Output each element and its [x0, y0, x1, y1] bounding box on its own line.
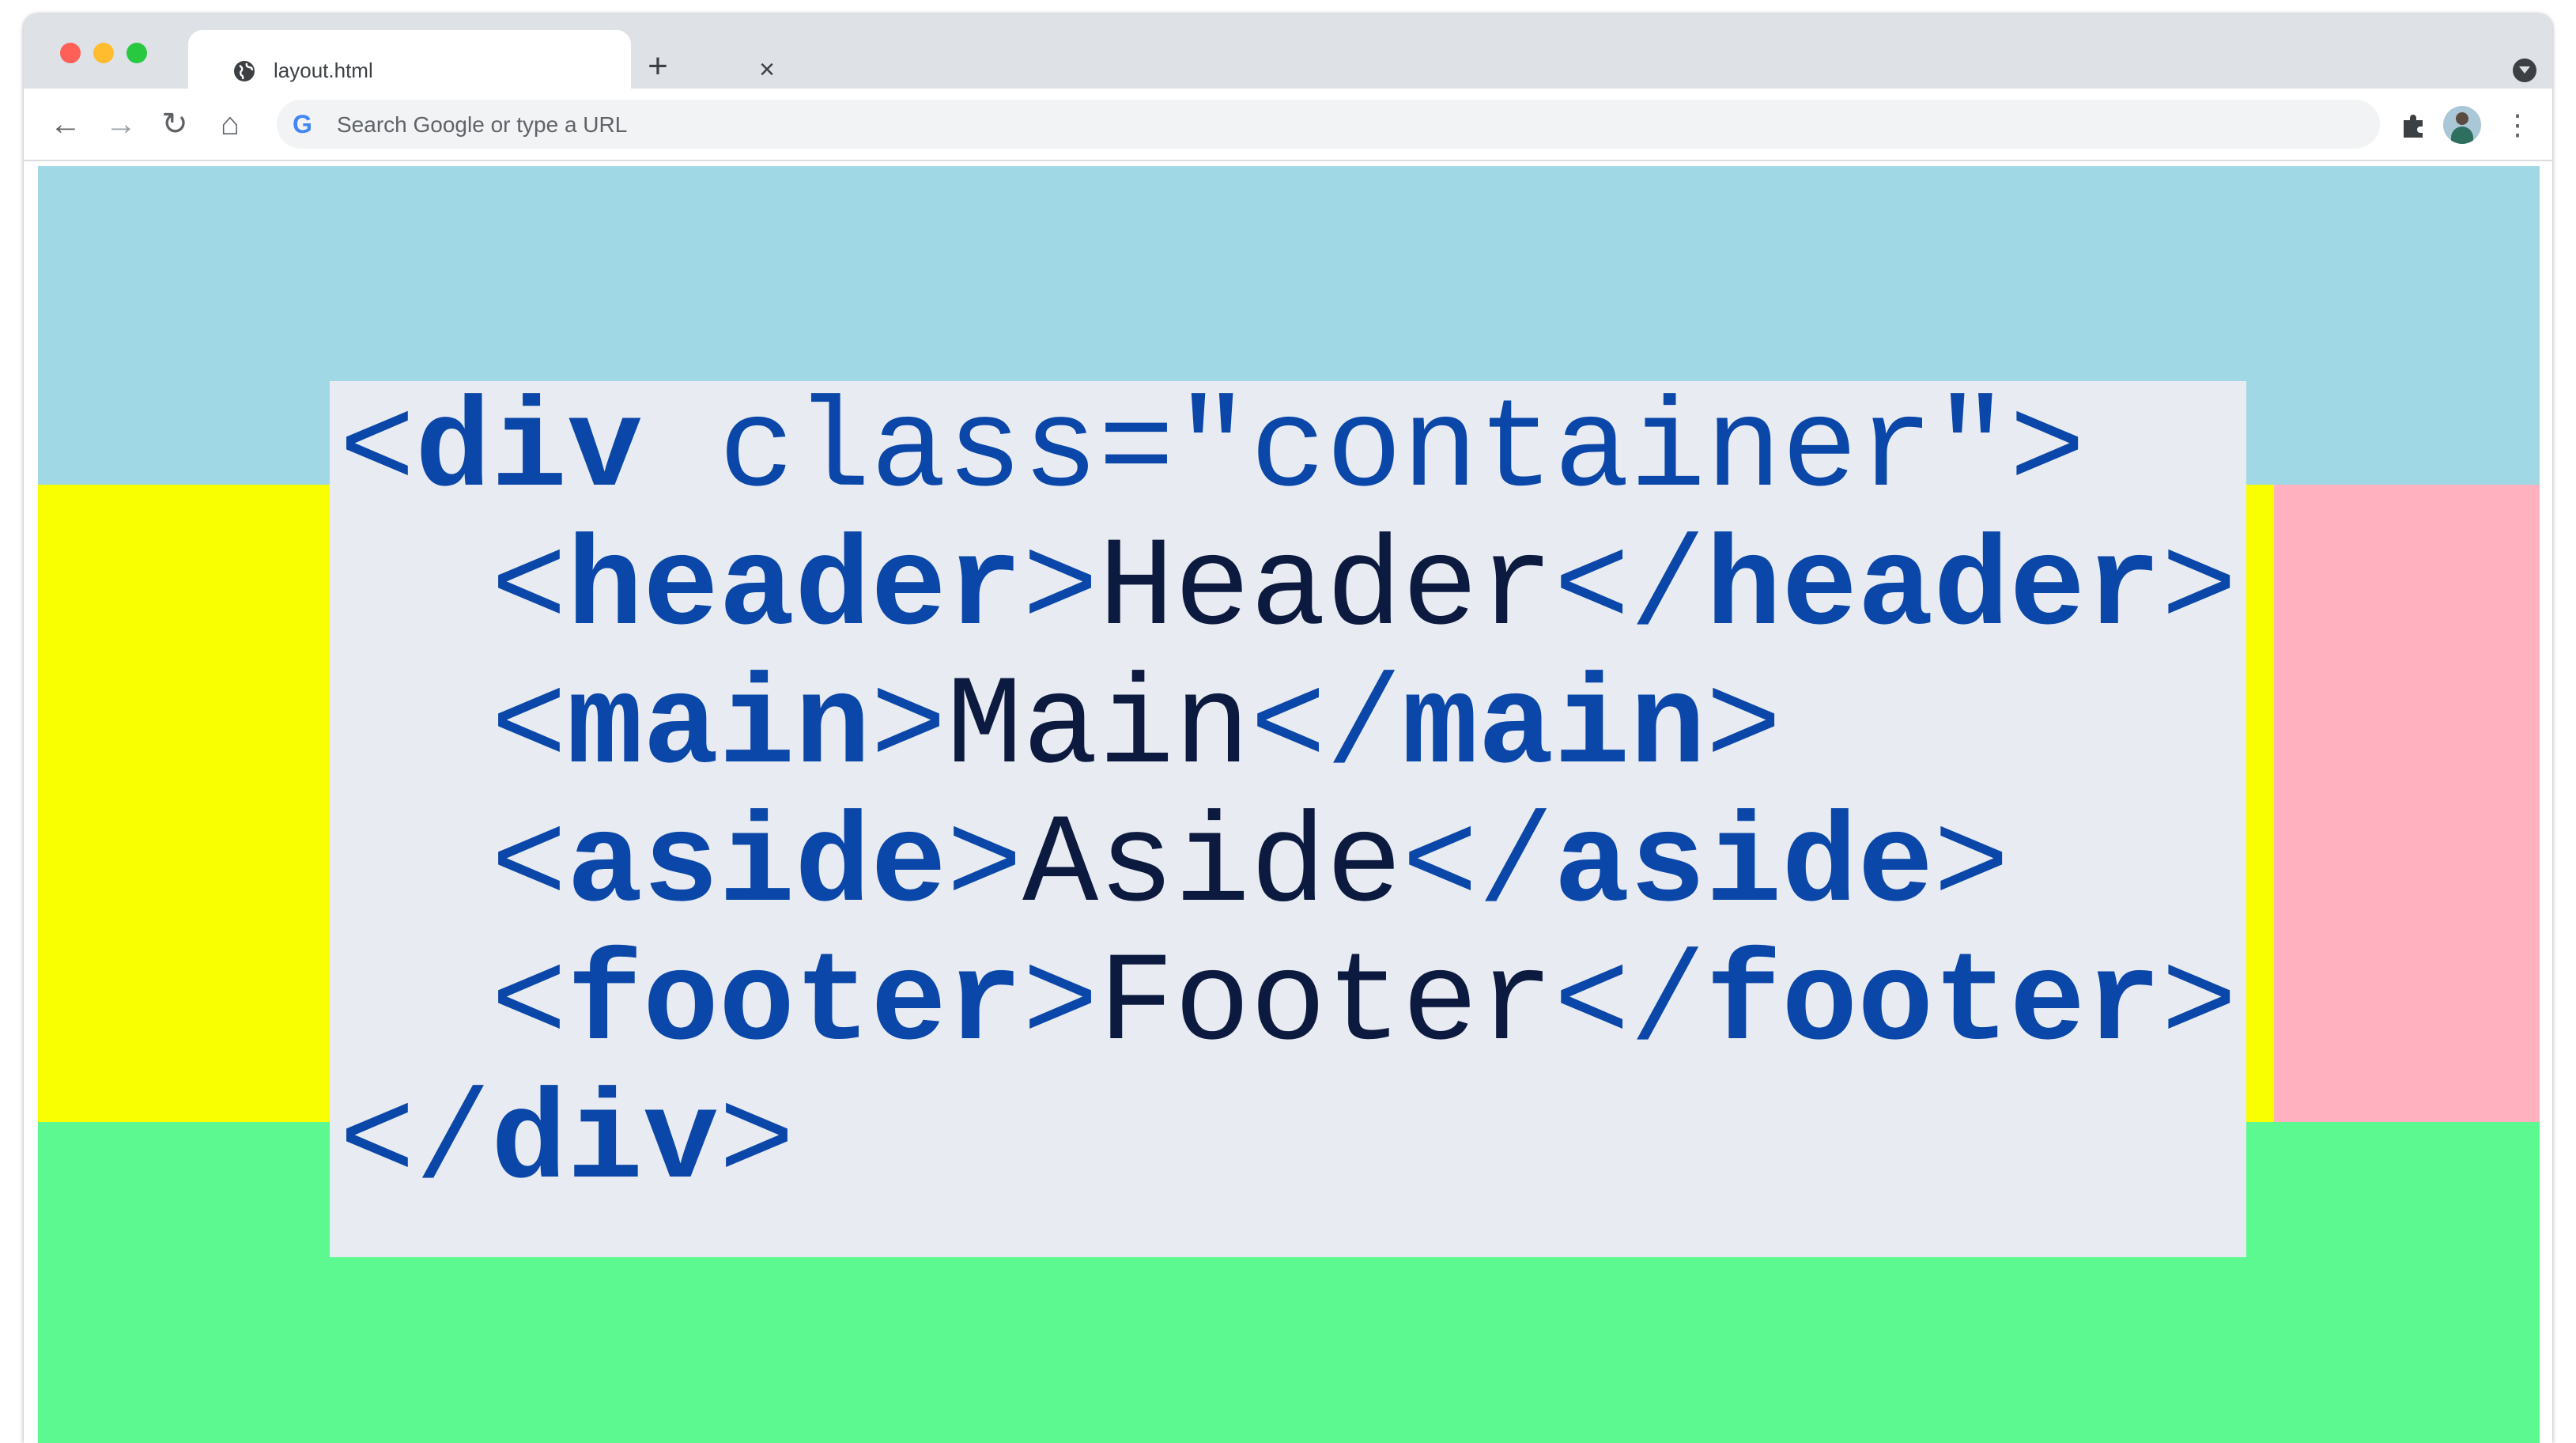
- code-punct: <: [491, 657, 568, 800]
- new-tab-button[interactable]: +: [642, 49, 674, 84]
- code-punct: >: [2009, 380, 2086, 523]
- code-tag: footer: [567, 934, 1023, 1077]
- code-text: Main: [946, 657, 1251, 800]
- code-tag: footer: [1705, 934, 2162, 1077]
- code-line-header: <header>Header</header>: [339, 519, 2237, 662]
- code-tag: header: [1705, 519, 2162, 662]
- tab-close-icon[interactable]: ×: [751, 54, 783, 85]
- tab-title: layout.html: [274, 59, 373, 82]
- page-viewport: <div class="container"> <header>Header</…: [38, 166, 2540, 1443]
- code-attribute: class="container": [643, 380, 2010, 523]
- code-tag: main: [1402, 657, 1706, 800]
- maximize-window-button[interactable]: [127, 43, 147, 63]
- back-button[interactable]: ←: [47, 106, 84, 142]
- minimize-window-button[interactable]: [93, 43, 114, 63]
- code-snippet: <div class="container"> <header>Header</…: [330, 381, 2246, 1257]
- code-punct: </: [1554, 934, 1706, 1077]
- code-text: Header: [1098, 519, 1554, 662]
- browser-menu-icon[interactable]: ⋮: [2503, 108, 2532, 142]
- layout-aside-region: [2274, 485, 2540, 1122]
- code-line-div-open: <div class="container">: [339, 381, 2085, 523]
- reload-button[interactable]: ↻: [157, 106, 193, 142]
- code-punct: >: [1705, 657, 1782, 800]
- code-line-aside: <aside>Aside</aside>: [339, 796, 2009, 939]
- code-punct: </: [339, 1072, 492, 1215]
- code-text: Footer: [1098, 934, 1554, 1077]
- code-tag: aside: [1554, 795, 1934, 939]
- tab-search-icon[interactable]: [2513, 59, 2536, 82]
- code-punct: >: [946, 795, 1023, 939]
- forward-button[interactable]: →: [103, 106, 139, 142]
- tab-strip: layout.html × +: [24, 14, 2552, 89]
- address-input[interactable]: [335, 100, 2315, 150]
- browser-toolbar: ← → ↻ ⌂ G ⋮: [24, 89, 2552, 161]
- code-punct: <: [491, 934, 568, 1077]
- code-punct: >: [1022, 934, 1099, 1077]
- code-tag: div: [415, 380, 644, 523]
- code-line-main: <main>Main</main>: [339, 658, 1781, 800]
- code-punct: </: [1554, 519, 1706, 662]
- home-button[interactable]: ⌂: [212, 106, 248, 142]
- code-tag: aside: [567, 795, 947, 939]
- code-tag: div: [491, 1072, 720, 1215]
- code-line-div-close: </div>: [339, 1073, 795, 1215]
- code-punct: <: [339, 380, 416, 523]
- code-punct: >: [2161, 934, 2238, 1077]
- extensions-puzzle-icon[interactable]: [2397, 109, 2429, 141]
- code-punct: </: [1402, 795, 1554, 939]
- code-line-footer: <footer>Footer</footer>: [339, 935, 2237, 1077]
- code-punct: >: [2161, 519, 2238, 662]
- code-text: Aside: [1022, 795, 1403, 939]
- code-punct: >: [1022, 519, 1099, 662]
- profile-avatar[interactable]: [2443, 106, 2481, 144]
- browser-window: layout.html × + ← → ↻ ⌂ G ⋮ <div class="…: [24, 14, 2552, 1443]
- tab-layout-html[interactable]: layout.html ×: [188, 30, 775, 89]
- code-punct: >: [871, 657, 947, 800]
- code-punct: >: [1933, 795, 2010, 939]
- google-search-icon: G: [293, 110, 312, 138]
- code-tag: header: [567, 519, 1023, 662]
- address-bar[interactable]: G: [277, 100, 2380, 150]
- close-window-button[interactable]: [60, 43, 81, 63]
- globe-icon: [234, 61, 255, 81]
- code-punct: <: [491, 795, 568, 939]
- code-punct: </: [1250, 657, 1403, 800]
- code-punct: <: [491, 519, 568, 662]
- code-tag: main: [567, 657, 871, 800]
- code-punct: >: [719, 1072, 795, 1215]
